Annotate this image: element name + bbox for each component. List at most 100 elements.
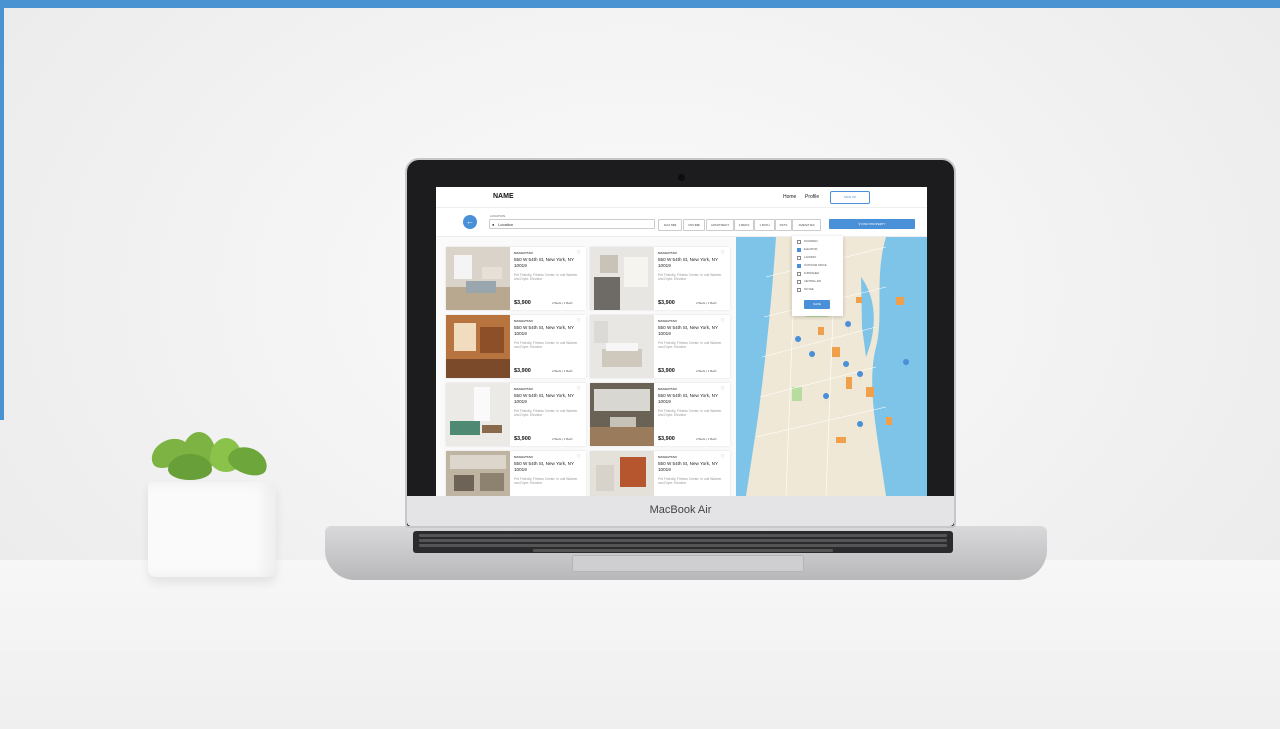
listing-description: Pet Friendly, Fitness Center, In unit Wa… <box>514 341 578 349</box>
back-button[interactable]: ← <box>463 215 477 229</box>
listing-area: MANHATTAN <box>658 455 677 459</box>
checkbox[interactable] <box>797 272 801 276</box>
heart-icon[interactable]: ♡ <box>577 318 581 324</box>
left-accent-strip <box>0 0 4 420</box>
listing-photo <box>590 383 654 446</box>
listing-area: MANHATTAN <box>514 319 533 323</box>
listing-area: MANHATTAN <box>658 319 677 323</box>
listing-area: MANHATTAN <box>514 455 533 459</box>
location-label: LOCATION <box>490 214 506 218</box>
listing-description: Pet Friendly, Fitness Center, In unit Wa… <box>658 341 722 349</box>
listing-price: $3,900 <box>658 300 675 306</box>
listing-description: Pet Friendly, Fitness Center, In unit Wa… <box>514 273 578 281</box>
listing-address: 550 W 54th St, New York, NY 10019 <box>658 461 718 472</box>
filter-max-price[interactable]: MAX $$$ <box>658 219 682 231</box>
listing-address: 550 W 54th St, New York, NY 10019 <box>514 325 574 336</box>
search-bar: ← LOCATION ● Location MAX $$$ MIN $$$ AP… <box>436 208 927 237</box>
arrow-left-icon: ← <box>466 217 474 226</box>
listing-card[interactable]: MANHATTAN 550 W 54th St, New York, NY 10… <box>446 247 586 310</box>
potted-plant <box>140 430 280 580</box>
listing-price: $3,900 <box>514 300 531 306</box>
listing-beds-baths: 2 Beds | 1 Bath <box>552 437 573 441</box>
listing-address: 550 W 54th St, New York, NY 10019 <box>514 393 574 404</box>
listing-photo <box>590 247 654 310</box>
checkbox[interactable] <box>797 280 801 284</box>
filter-baths[interactable]: 1 BATH <box>754 219 775 231</box>
plant-pot <box>148 482 276 577</box>
laptop-chin: MacBook Air <box>407 496 954 526</box>
find-property-button[interactable]: ⚲ FIND PROPERTY <box>829 219 915 229</box>
listing-photo <box>446 383 510 446</box>
listing-description: Pet Friendly, Fitness Center, In unit Wa… <box>658 477 722 485</box>
listing-card[interactable]: MANHATTAN 550 W 54th St, New York, NY 10… <box>446 383 586 446</box>
key-row <box>419 544 947 547</box>
listing-photo <box>446 247 510 310</box>
listing-card[interactable]: MANHATTAN 550 W 54th St, New York, NY 10… <box>446 451 586 496</box>
listing-card[interactable]: MANHATTAN 550 W 54th St, New York, NY 10… <box>590 247 730 310</box>
heart-icon[interactable]: ♡ <box>577 250 581 256</box>
river-east <box>872 237 927 496</box>
spacebar <box>533 549 833 552</box>
listing-photo <box>446 315 510 378</box>
nav-home-link[interactable]: Home <box>783 194 796 200</box>
listing-address: 550 W 54th St, New York, NY 10019 <box>658 257 718 268</box>
listing-area: MANHATTAN <box>514 251 533 255</box>
listing-description: Pet Friendly, Fitness Center, In unit Wa… <box>658 409 722 417</box>
listing-address: 550 W 54th St, New York, NY 10019 <box>658 393 718 404</box>
listing-card[interactable]: MANHATTAN 550 W 54th St, New York, NY 10… <box>590 451 730 496</box>
checkbox[interactable] <box>797 256 801 260</box>
listing-address: 550 W 54th St, New York, NY 10019 <box>514 257 574 268</box>
top-accent-strip <box>0 0 1280 8</box>
heart-icon[interactable]: ♡ <box>577 454 581 460</box>
filter-property-type[interactable]: APARTMENT <box>706 219 734 231</box>
listing-photo <box>446 451 510 496</box>
listing-beds-baths: 2 Beds | 1 Bath <box>552 369 573 373</box>
app-logo[interactable]: NAME <box>493 193 514 200</box>
listing-card[interactable]: MANHATTAN 550 W 54th St, New York, NY 10… <box>446 315 586 378</box>
checkbox[interactable] <box>797 264 801 268</box>
listing-description: Pet Friendly, Fitness Center, In unit Wa… <box>514 477 578 485</box>
filter-amenities[interactable]: AMENITIES <box>792 219 821 231</box>
listings-panel: MANHATTAN 550 W 54th St, New York, NY 10… <box>436 237 736 496</box>
heart-icon[interactable]: ♡ <box>721 386 725 392</box>
location-input[interactable]: ● Location <box>489 219 655 229</box>
checkbox[interactable] <box>797 248 801 252</box>
listing-photo <box>590 315 654 378</box>
signup-button[interactable]: SIGN UP <box>830 191 870 204</box>
heart-icon[interactable]: ♡ <box>577 386 581 392</box>
checkbox[interactable] <box>797 240 801 244</box>
heart-icon[interactable]: ♡ <box>721 250 725 256</box>
map-pin-icon: ● <box>492 222 495 227</box>
amenities-save-button[interactable]: SAVE <box>804 300 830 309</box>
listing-beds-baths: 2 Beds | 1 Bath <box>696 301 717 305</box>
listing-description: Pet Friendly, Fitness Center, In unit Wa… <box>514 409 578 417</box>
listing-area: MANHATTAN <box>514 387 533 391</box>
listing-card[interactable]: MANHATTAN 550 W 54th St, New York, NY 10… <box>590 383 730 446</box>
listing-beds-baths: 2 Beds | 1 Bath <box>552 301 573 305</box>
listing-price: $3,900 <box>514 368 531 374</box>
listing-description: Pet Friendly, Fitness Center, In unit Wa… <box>658 273 722 281</box>
nav-profile-link[interactable]: Profile <box>805 194 819 200</box>
filter-pets[interactable]: PETS <box>775 219 792 231</box>
listing-beds-baths: 2 Beds | 1 Bath <box>696 437 717 441</box>
device-brand: MacBook Air <box>649 504 712 516</box>
checkbox[interactable] <box>797 288 801 292</box>
listing-address: 550 W 54th St, New York, NY 10019 <box>658 325 718 336</box>
leaf <box>168 454 212 480</box>
find-property-label: FIND PROPERTY <box>861 222 886 226</box>
table-surface <box>0 560 1280 729</box>
heart-icon[interactable]: ♡ <box>721 454 725 460</box>
key-row <box>419 539 947 542</box>
park-area <box>792 387 802 401</box>
key-row <box>419 534 947 537</box>
listing-price: $3,900 <box>658 436 675 442</box>
listing-card[interactable]: MANHATTAN 550 W 54th St, New York, NY 10… <box>590 315 730 378</box>
listing-price: $3,900 <box>658 368 675 374</box>
listing-beds-baths: 2 Beds | 1 Bath <box>696 369 717 373</box>
filter-min-price[interactable]: MIN $$$ <box>683 219 705 231</box>
webcam <box>678 174 685 181</box>
listing-price: $3,900 <box>514 436 531 442</box>
listing-address: 550 W 54th St, New York, NY 10019 <box>514 461 574 472</box>
heart-icon[interactable]: ♡ <box>721 318 725 324</box>
filter-beds[interactable]: 2 BEDS <box>734 219 754 231</box>
